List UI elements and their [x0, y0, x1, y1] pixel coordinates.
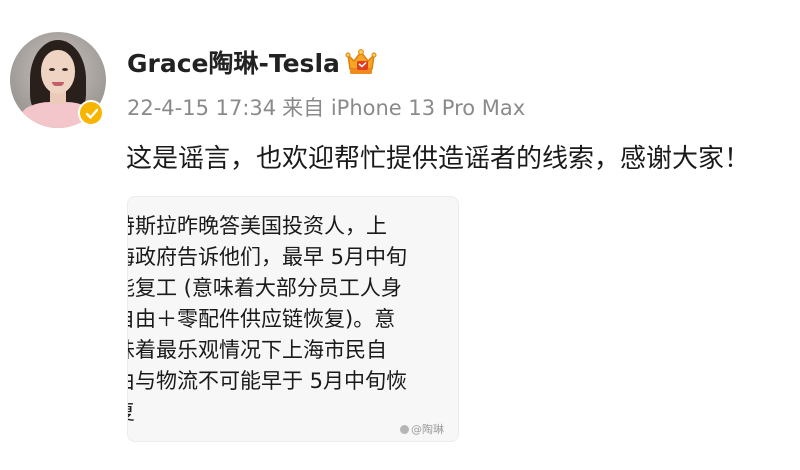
post-text: 这是谣言，也欢迎帮忙提供造谣者的线索，感谢大家！	[126, 144, 751, 174]
post-timestamp[interactable]: 22-4-15 17:34	[127, 96, 276, 120]
image-text-line: 由与物流不可能早于 5月中旬恢	[127, 369, 408, 393]
post-image[interactable]: 特斯拉昨晚答美国投资人，上 海政府告诉他们，最早 5月中旬 能复工 (意味着大部…	[127, 196, 459, 442]
avatar-face	[41, 50, 75, 94]
weibo-logo-icon	[400, 425, 409, 434]
avatar-eye-left	[49, 68, 55, 71]
image-text-line: 复	[128, 397, 444, 428]
image-text-line: 能复工 (意味着大部分员工人身	[127, 276, 402, 300]
post-source: 来自 iPhone 13 Pro Max	[282, 96, 526, 120]
image-watermark: @陶琳	[400, 421, 444, 437]
image-text-line: 味着最乐观情况下上海市民自	[127, 338, 387, 362]
post-meta: 22-4-15 17:34 来自 iPhone 13 Pro Max	[127, 92, 525, 122]
username-link[interactable]: Grace陶琳-Tesla	[127, 44, 340, 80]
image-text-line: 海政府告诉他们，最早 5月中旬	[127, 245, 408, 269]
vip-crown-icon[interactable]	[345, 47, 377, 77]
image-text-line: 自由＋零配件供应链恢复)。意	[127, 307, 396, 331]
verified-icon	[78, 100, 104, 126]
image-text-line: 特斯拉昨晚答美国投资人，上	[127, 214, 387, 238]
image-text-block: 特斯拉昨晚答美国投资人，上 海政府告诉他们，最早 5月中旬 能复工 (意味着大部…	[127, 211, 444, 428]
avatar-eye-right	[62, 68, 68, 71]
